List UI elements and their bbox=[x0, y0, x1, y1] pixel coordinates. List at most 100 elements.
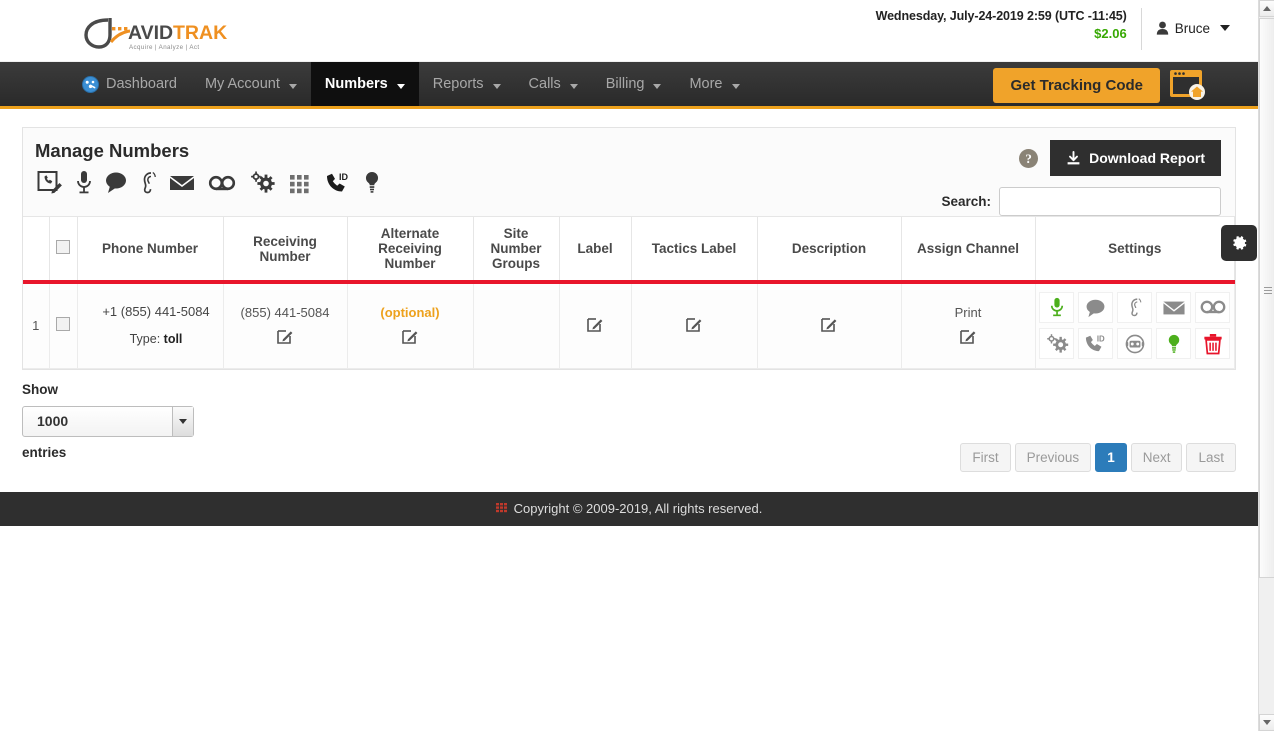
settings-headset-robot-button[interactable] bbox=[1117, 328, 1153, 360]
cell-description bbox=[756, 280, 901, 369]
col-assign-channel: Assign Channel bbox=[900, 216, 1035, 283]
settings-voicemail-button[interactable] bbox=[1195, 292, 1231, 324]
settings-delete-button[interactable] bbox=[1195, 328, 1231, 360]
scrollbar-thumb[interactable] bbox=[1259, 18, 1274, 578]
phone-edit-icon[interactable] bbox=[37, 170, 63, 195]
help-circle-icon[interactable]: ? bbox=[1019, 148, 1039, 168]
chevron-down-icon bbox=[731, 83, 740, 89]
settings-lightbulb-button[interactable] bbox=[1156, 328, 1192, 360]
pagination-last[interactable]: Last bbox=[1186, 442, 1236, 472]
headset-robot-icon bbox=[1125, 334, 1145, 354]
pagination-next[interactable]: Next bbox=[1130, 442, 1183, 472]
edit-pencil-icon[interactable] bbox=[277, 328, 293, 344]
get-tracking-code-button[interactable]: Get Tracking Code bbox=[993, 67, 1160, 103]
nav-label-my-account: My Account bbox=[204, 76, 280, 92]
search-label: Search: bbox=[941, 194, 991, 209]
chevron-down-icon bbox=[492, 83, 501, 89]
row-select-cell bbox=[48, 280, 77, 369]
browser-window-home-icon[interactable] bbox=[1168, 67, 1208, 103]
keypad-grid-icon[interactable] bbox=[288, 170, 311, 195]
chat-bubble-icon[interactable] bbox=[105, 170, 127, 195]
envelope-icon bbox=[1163, 301, 1185, 315]
edit-pencil-icon[interactable] bbox=[587, 316, 603, 333]
pagination-page-1[interactable]: 1 bbox=[1095, 442, 1127, 472]
user-icon bbox=[1156, 21, 1168, 35]
cell-label bbox=[558, 280, 631, 369]
table-row: 1 +1 (855) 441-5084 Type: toll (855) 441… bbox=[23, 280, 1235, 369]
app-page: AVID TRAK Acquire | Analyze | Act Wednes… bbox=[0, 0, 1258, 731]
lightbulb-icon[interactable] bbox=[364, 170, 380, 195]
microphone-icon[interactable] bbox=[76, 170, 92, 195]
download-report-button[interactable]: Download Report bbox=[1050, 140, 1221, 176]
settings-gears-button[interactable] bbox=[1039, 328, 1075, 360]
gear-icon bbox=[1233, 236, 1247, 250]
chevron-down-icon bbox=[172, 406, 193, 436]
settings-listen-button[interactable] bbox=[1117, 292, 1153, 324]
download-icon bbox=[1067, 150, 1080, 164]
gears-icon[interactable] bbox=[249, 170, 275, 195]
nav-item-calls[interactable]: Calls bbox=[515, 62, 592, 106]
account-balance: $2.06 bbox=[1094, 26, 1127, 41]
ear-listen-icon[interactable] bbox=[140, 170, 156, 195]
nav-item-reports[interactable]: Reports bbox=[419, 62, 515, 106]
alternate-receiving-number-value: (optional) bbox=[380, 304, 440, 320]
svg-text:AVID: AVID bbox=[128, 22, 173, 44]
settings-gear-tab[interactable] bbox=[1221, 225, 1257, 261]
row-checkbox[interactable] bbox=[56, 317, 70, 332]
col-alternate-receiving-number: Alternate Receiving Number bbox=[346, 216, 473, 283]
assign-channel-value: Print bbox=[954, 304, 982, 320]
datetime-balance-block: Wednesday, July-24-2019 2:59 (UTC -11:45… bbox=[876, 8, 1142, 50]
scrollbar-grip bbox=[1264, 287, 1272, 294]
scrollbar-down-arrow[interactable] bbox=[1259, 714, 1274, 731]
svg-text:ID: ID bbox=[1097, 335, 1105, 344]
avidtrak-logo[interactable]: AVID TRAK Acquire | Analyze | Act bbox=[78, 8, 228, 56]
edit-pencil-icon[interactable] bbox=[821, 316, 837, 333]
vertical-scrollbar[interactable] bbox=[1258, 0, 1274, 731]
settings-icon-row-2: ID bbox=[1039, 328, 1231, 360]
cell-receiving-number: (855) 441-5084 bbox=[222, 280, 347, 369]
page-size-select[interactable]: 1000 bbox=[22, 405, 194, 437]
edit-pencil-icon[interactable] bbox=[402, 328, 418, 344]
chevron-down-icon bbox=[569, 83, 578, 89]
scrollbar-up-arrow[interactable] bbox=[1259, 0, 1274, 17]
manage-numbers-panel: Manage Numbers ID ? Download Report Sear… bbox=[22, 127, 1257, 370]
select-all-checkbox[interactable] bbox=[56, 240, 70, 254]
gears-icon bbox=[1046, 333, 1068, 353]
table-body: 1 +1 (855) 441-5084 Type: toll (855) 441… bbox=[23, 280, 1235, 369]
nav-item-dashboard[interactable]: Dashboard bbox=[68, 62, 191, 106]
settings-icon-row-1 bbox=[1039, 292, 1231, 324]
microphone-icon bbox=[1050, 298, 1063, 317]
phone-type: Type: toll bbox=[94, 329, 219, 350]
pagination-previous[interactable]: Previous bbox=[1014, 442, 1092, 472]
receiving-number-value: (855) 441-5084 bbox=[240, 304, 330, 320]
col-select-all bbox=[48, 216, 77, 283]
nav-item-billing[interactable]: Billing bbox=[592, 62, 676, 106]
edit-pencil-icon[interactable] bbox=[686, 316, 702, 333]
settings-email-button[interactable] bbox=[1156, 292, 1192, 324]
chevron-down-icon bbox=[653, 83, 662, 89]
voicemail-icon[interactable] bbox=[208, 170, 236, 195]
phone-caller-id-icon[interactable]: ID bbox=[324, 170, 351, 195]
settings-chat-button[interactable] bbox=[1078, 292, 1114, 324]
page-size-value: 1000 bbox=[37, 413, 69, 429]
svg-text:ID: ID bbox=[339, 172, 349, 182]
settings-microphone-button[interactable] bbox=[1039, 292, 1075, 324]
chat-bubble-icon bbox=[1086, 299, 1105, 317]
show-label: Show bbox=[22, 381, 58, 397]
nav-label-calls: Calls bbox=[528, 76, 561, 92]
table-controls: Show 1000 entries First Previous 1 Next … bbox=[22, 370, 1236, 480]
envelope-icon[interactable] bbox=[169, 170, 195, 195]
numbers-table: Phone Number Receiving Number Alternate … bbox=[23, 216, 1235, 369]
nav-item-my-account[interactable]: My Account bbox=[191, 62, 311, 106]
nav-label-reports: Reports bbox=[432, 76, 484, 92]
table-header: Phone Number Receiving Number Alternate … bbox=[23, 216, 1235, 283]
search-input[interactable] bbox=[999, 187, 1221, 216]
user-menu[interactable]: Bruce bbox=[1142, 8, 1230, 48]
nav-item-numbers[interactable]: Numbers bbox=[310, 62, 419, 106]
edit-pencil-icon[interactable] bbox=[960, 328, 976, 344]
settings-caller-id-button[interactable]: ID bbox=[1078, 328, 1114, 360]
nav-item-more[interactable]: More bbox=[675, 62, 753, 106]
col-index bbox=[23, 216, 49, 283]
col-site-number-groups: Site Number Groups bbox=[472, 216, 559, 283]
pagination-first[interactable]: First bbox=[960, 442, 1011, 472]
